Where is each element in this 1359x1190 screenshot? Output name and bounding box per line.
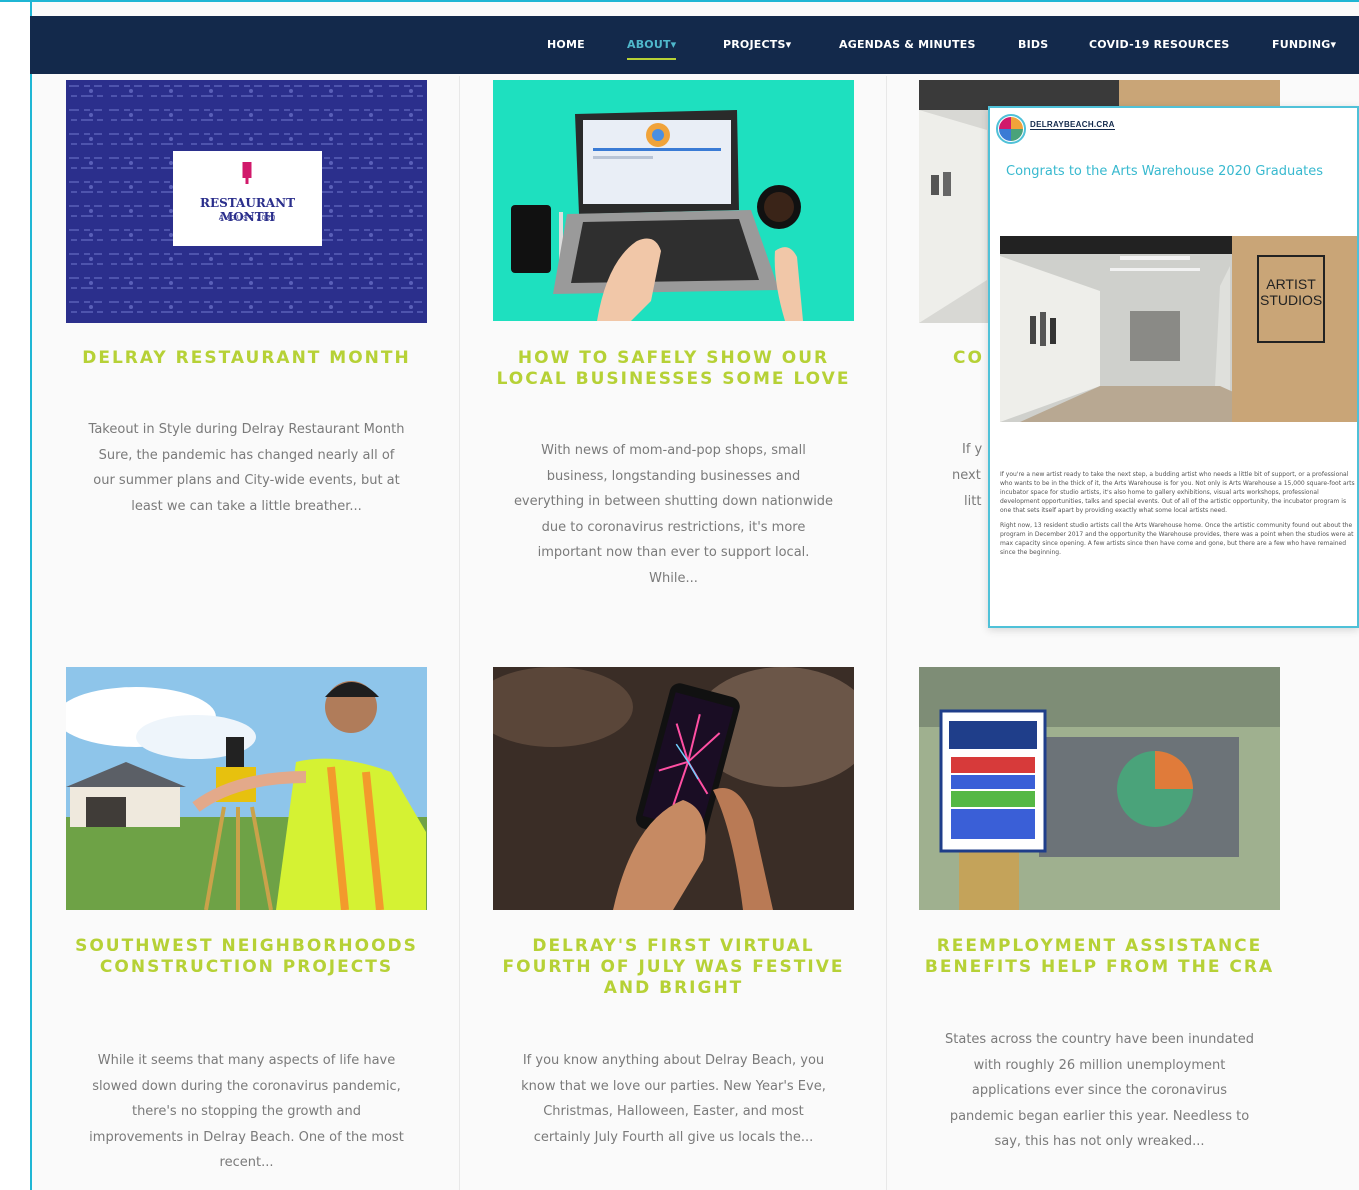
card-title-virtual-fourth[interactable]: DELRAY'S FIRST VIRTUAL FOURTH OF JULY WA… bbox=[493, 936, 854, 999]
card-excerpt-reemployment: States across the country have been inun… bbox=[945, 1032, 1254, 1149]
card-image-local-businesses[interactable] bbox=[493, 80, 854, 321]
nav-agendas-minutes[interactable]: AGENDAS & MINUTES bbox=[839, 37, 976, 53]
popup-article-body: If you're a new artist ready to take the… bbox=[1000, 470, 1356, 563]
laptop-coffee-image bbox=[493, 80, 854, 321]
card-title-reemployment[interactable]: REEMPLOYMENT ASSISTANCE BENEFITS HELP FR… bbox=[919, 936, 1280, 978]
sign-post-image bbox=[919, 667, 1280, 910]
popup-paragraph: Right now, 13 resident studio artists ca… bbox=[1000, 522, 1354, 556]
cra-logo-icon bbox=[996, 114, 1026, 144]
column-divider bbox=[886, 76, 887, 1190]
artist-studios-sign: ARTIST STUDIOS bbox=[1260, 276, 1322, 308]
card-excerpt-virtual-fourth: If you know anything about Delray Beach,… bbox=[521, 1053, 826, 1145]
surveyor-image bbox=[66, 667, 427, 910]
nav-covid-resources[interactable]: COVID-19 RESOURCES bbox=[1089, 37, 1230, 53]
nav-about[interactable]: ABOUT▾ bbox=[627, 37, 677, 60]
restaurant-month-date: AUGUST 2020 bbox=[218, 215, 277, 222]
card-excerpt-southwest-construction: While it seems that many aspects of life… bbox=[89, 1053, 404, 1170]
card-excerpt-fragment: next bbox=[952, 468, 981, 483]
column-divider bbox=[459, 76, 460, 1190]
card-image-southwest-construction[interactable] bbox=[66, 667, 427, 910]
sign-line-2: STUDIOS bbox=[1260, 292, 1323, 308]
popup-hallway-photo: ARTIST STUDIOS bbox=[1000, 236, 1357, 422]
card-excerpt-restaurant-month: Takeout in Style during Delray Restauran… bbox=[88, 422, 405, 514]
popup-article-title[interactable]: Congrats to the Arts Warehouse 2020 Grad… bbox=[1006, 164, 1323, 179]
card-title-arts-warehouse-fragment[interactable]: CO bbox=[953, 348, 993, 369]
card-excerpt-fragment: litt bbox=[964, 494, 982, 509]
nav-bids[interactable]: BIDS bbox=[1018, 37, 1048, 53]
card-excerpt-fragment: If y bbox=[962, 442, 983, 457]
card-image-reemployment[interactable] bbox=[919, 667, 1280, 910]
article-preview-popup[interactable]: DELRAYBEACH.CRA Congrats to the Arts War… bbox=[988, 106, 1359, 628]
main-navigation: HOME ABOUT▾ PROJECTS▾ AGENDAS & MINUTES … bbox=[30, 16, 1359, 74]
card-image-restaurant-month[interactable]: RESTAURANT MONTH AUGUST 2020 bbox=[66, 80, 427, 323]
nav-projects[interactable]: PROJECTS▾ bbox=[723, 37, 791, 53]
nav-funding[interactable]: FUNDING▾ bbox=[1272, 37, 1336, 53]
sign-line-1: ARTIST bbox=[1266, 276, 1316, 292]
card-title-restaurant-month[interactable]: DELRAY RESTAURANT MONTH bbox=[66, 348, 427, 369]
card-title-local-businesses[interactable]: HOW TO SAFELY SHOW OUR LOCAL BUSINESSES … bbox=[493, 348, 854, 390]
card-image-virtual-fourth[interactable] bbox=[493, 667, 854, 910]
phone-fireworks-image bbox=[493, 667, 854, 910]
card-title-southwest-construction[interactable]: SOUTHWEST NEIGHBORHOODS CONSTRUCTION PRO… bbox=[66, 936, 427, 978]
popup-logo-text: DELRAYBEACH.CRA bbox=[1030, 120, 1115, 130]
popup-paragraph: If you're a new artist ready to take the… bbox=[1000, 471, 1355, 514]
card-excerpt-local-businesses: With news of mom-and-pop shops, small bu… bbox=[513, 443, 834, 586]
nav-home[interactable]: HOME bbox=[547, 37, 585, 53]
